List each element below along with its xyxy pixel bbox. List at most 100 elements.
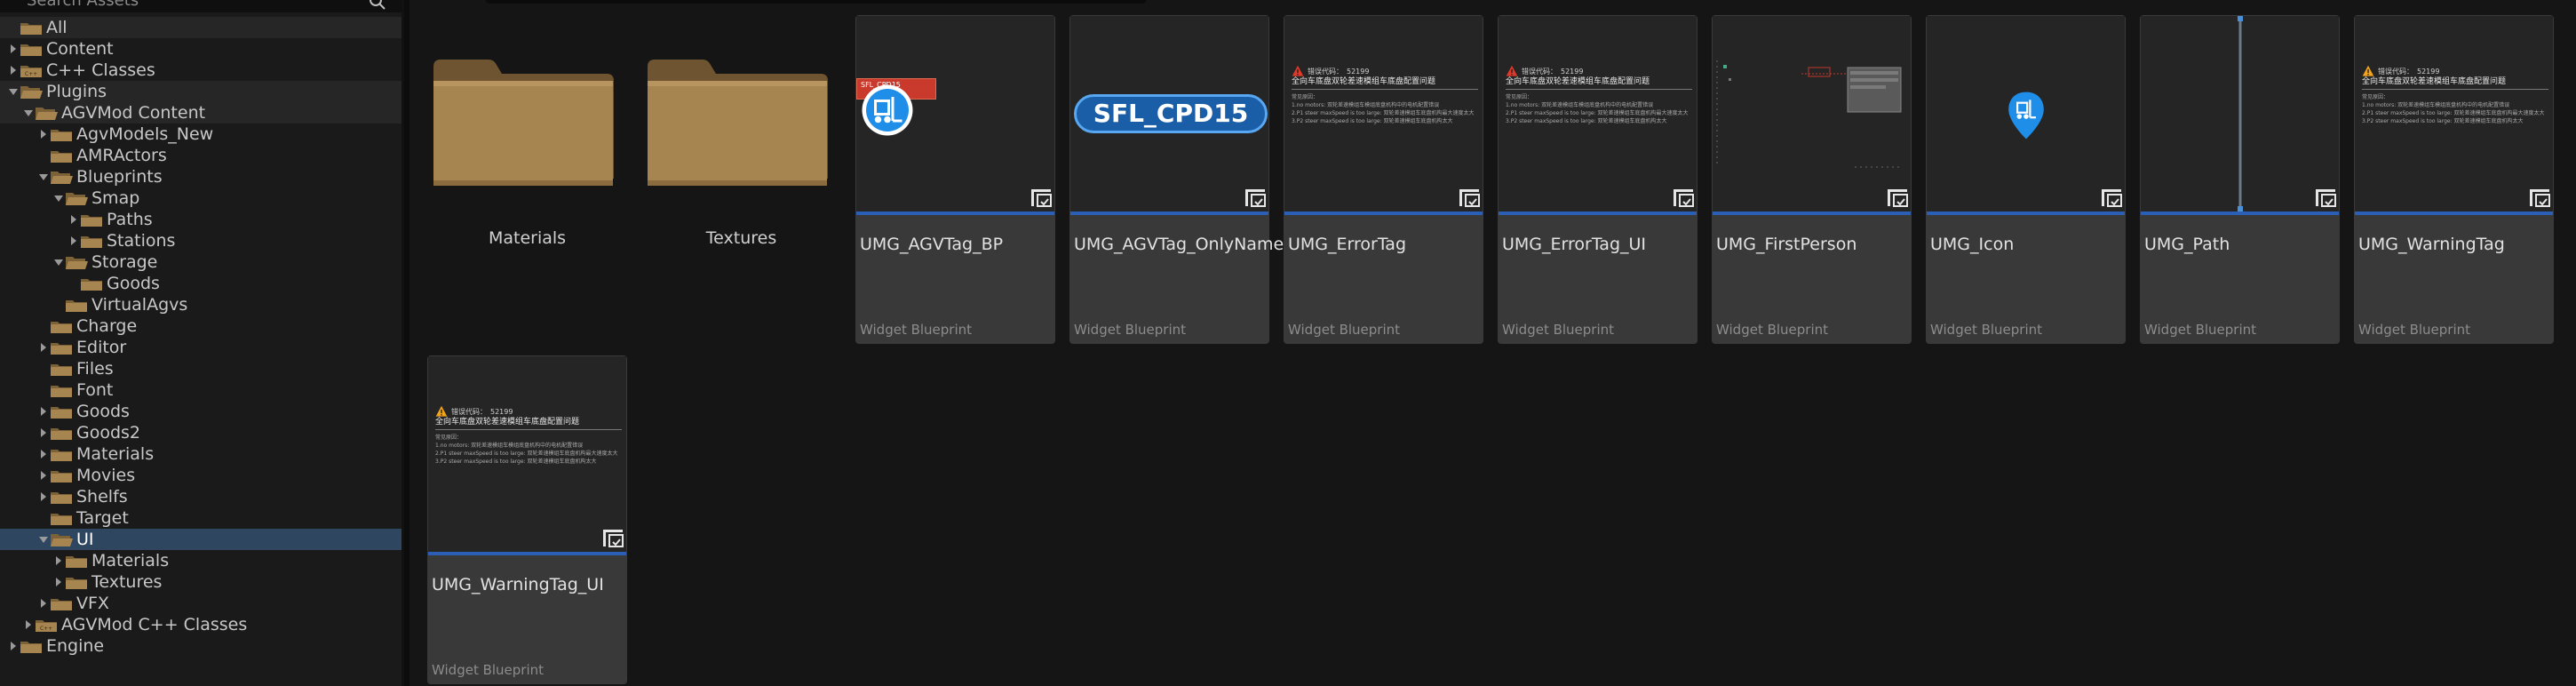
tree-item[interactable]: Files	[0, 358, 404, 379]
folder-icon	[51, 599, 72, 610]
tree-item[interactable]: AGVMod Content	[0, 102, 404, 124]
error-code-value: 52199	[490, 407, 513, 416]
tree-item[interactable]: Plugins	[0, 81, 404, 102]
tree-item[interactable]: All	[0, 17, 404, 38]
tree-item[interactable]: Smap	[0, 187, 404, 209]
expand-arrow-right-icon[interactable]	[37, 486, 50, 507]
folder-tile-label: Textures	[705, 228, 777, 248]
tree-item[interactable]: Editor	[0, 337, 404, 358]
tree-item[interactable]: Stations	[0, 230, 404, 251]
expand-arrow-down-icon[interactable]	[37, 529, 50, 550]
asset-tile[interactable]: SFL_CPD15 UMG_AGVTag_BP Widget Blueprint	[855, 15, 1055, 344]
asset-tile[interactable]: UMG_Path Widget Blueprint	[2140, 15, 2340, 344]
cpp-folder-icon: C++	[20, 66, 42, 77]
tree-item[interactable]: C++ AGVMod C++ Classes	[0, 614, 404, 635]
asset-tile[interactable]: 错误代码： 52199 全向车底盘双轮差速模组车底盘配置问题 常见原因： 1.no mo…	[427, 355, 627, 684]
tree-item[interactable]: Goods	[0, 273, 404, 294]
tree-item[interactable]: Shelfs	[0, 486, 404, 507]
folder-icon	[51, 130, 72, 141]
expand-arrow-down-icon[interactable]	[37, 166, 50, 187]
tree-item[interactable]: Movies	[0, 465, 404, 486]
asset-tile[interactable]: 错误代码： 52199 全向车底盘双轮差速模组车底盘配置问题 常见原因： 1.no mo…	[1498, 15, 1697, 344]
asset-info: UMG_WarningTag Widget Blueprint	[2355, 215, 2553, 343]
tree-item[interactable]: Charge	[0, 315, 404, 337]
tree-item[interactable]: VFX	[0, 593, 404, 614]
tree-item[interactable]: Textures	[0, 571, 404, 593]
tree-item[interactable]: AMRActors	[0, 145, 404, 166]
tree-item[interactable]: C++ C++ Classes	[0, 60, 404, 81]
tree-item[interactable]: Materials	[0, 550, 404, 571]
tree-item[interactable]: Paths	[0, 209, 404, 230]
tree-item[interactable]: UI	[0, 529, 404, 550]
asset-tile[interactable]: 错误代码： 52199 全向车底盘双轮差速模组车底盘配置问题 常见原因： 1.no mo…	[2354, 15, 2554, 344]
folder-icon	[51, 450, 72, 461]
expand-arrow-right-icon[interactable]	[37, 465, 50, 486]
asset-type-label: Widget Blueprint	[1074, 322, 1187, 338]
folder-icon	[51, 428, 72, 440]
tag-preview-header: 错误代码： 52199	[2362, 65, 2548, 77]
tree-item[interactable]: Target	[0, 507, 404, 529]
expand-arrow-right-icon[interactable]	[7, 38, 20, 60]
tree-item[interactable]: Storage	[0, 251, 404, 273]
expand-arrow-down-icon[interactable]	[7, 81, 20, 102]
asset-tile[interactable]: UMG_Icon Widget Blueprint	[1926, 15, 2126, 344]
tree-item[interactable]: Materials	[0, 443, 404, 465]
expand-arrow-right-icon[interactable]	[68, 209, 80, 230]
expand-arrow-right-icon[interactable]	[68, 230, 80, 251]
tree-item[interactable]: Engine	[0, 635, 404, 657]
asset-tile[interactable]: SFL_CPD15 UMG_AGVTag_OnlyName Widget Bluep…	[1069, 15, 1284, 344]
folder-icon	[51, 492, 72, 504]
tag-preview-title: 全向车底盘双轮差速模组车底盘配置问题	[1506, 77, 1692, 90]
folder-tile[interactable]: Textures	[641, 15, 841, 344]
tree-item[interactable]: Content	[0, 38, 404, 60]
expand-arrow-right-icon[interactable]	[7, 635, 20, 657]
tree-item[interactable]: Goods2	[0, 422, 404, 443]
expand-arrow-down-icon[interactable]	[52, 187, 65, 209]
expand-arrow-down-icon[interactable]	[52, 251, 65, 273]
tree-search-bar[interactable]: Search Assets	[0, 0, 404, 12]
expand-arrow-right-icon[interactable]	[52, 550, 65, 571]
expand-arrow-right-icon[interactable]	[37, 401, 50, 422]
tree-item[interactable]: Goods	[0, 401, 404, 422]
asset-tile[interactable]: 错误代码： 52199 全向车底盘双轮差速模组车底盘配置问题 常见原因： 1.no mo…	[1284, 15, 1483, 344]
expand-arrow-down-icon[interactable]	[22, 102, 35, 124]
search-icon[interactable]	[369, 0, 386, 11]
folder-open-icon	[51, 534, 73, 546]
expand-arrow-right-icon[interactable]	[37, 593, 50, 614]
expand-arrow-right-icon[interactable]	[52, 571, 65, 593]
path-bar[interactable]	[485, 0, 1147, 4]
tag-preview-body: 常见原因： 1.no motors: 双轮差速模组车模组底盘机构中的电机配置错误 2…	[435, 434, 622, 466]
folder-tile[interactable]: Materials	[427, 15, 627, 344]
tree-item-label: Paths	[107, 210, 153, 229]
tag-preview: 错误代码： 52199 全向车底盘双轮差速模组车底盘配置问题 常见原因： 1.no mo…	[1292, 65, 1478, 125]
tree-item-label: UI	[76, 530, 94, 549]
asset-info: UMG_FirstPerson Widget Blueprint	[1713, 215, 1911, 343]
asset-thumbnail: 错误代码： 52199 全向车底盘双轮差速模组车底盘配置问题 常见原因： 1.no mo…	[1284, 16, 1483, 211]
tree-item-label: Storage	[91, 252, 158, 272]
widget-blueprint-icon	[2102, 189, 2122, 207]
widget-blueprint-icon	[2530, 189, 2550, 207]
reason-line: 2.P1 steer maxSpeed is too large: 双轮差速模组…	[1292, 110, 1475, 116]
expand-arrow-right-icon[interactable]	[37, 124, 50, 145]
widget-blueprint-icon	[1674, 189, 1694, 207]
tree-item[interactable]: VirtualAgvs	[0, 294, 404, 315]
expand-arrow-right-icon[interactable]	[37, 337, 50, 358]
folder-icon	[20, 642, 42, 653]
tree-item[interactable]: Blueprints	[0, 166, 404, 187]
expand-arrow-right-icon[interactable]	[7, 60, 20, 81]
tree-item[interactable]: Font	[0, 379, 404, 401]
expand-arrow-right-icon[interactable]	[22, 614, 35, 635]
asset-info: UMG_WarningTag_UI Widget Blueprint	[428, 555, 626, 683]
expand-arrow-right-icon[interactable]	[37, 443, 50, 465]
folder-icon	[51, 364, 72, 376]
asset-tile[interactable]: UMG_FirstPerson Widget Blueprint	[1712, 15, 1912, 344]
error-code-label: 错误代码：	[451, 407, 487, 416]
folder-icon	[51, 322, 72, 333]
tag-preview-body: 常见原因： 1.no motors: 双轮差速模组车模组底盘机构中的电机配置错误 2…	[2362, 93, 2548, 125]
asset-info: UMG_AGVTag_OnlyName Widget Blueprint	[1070, 215, 1284, 343]
error-triangle-icon	[1292, 65, 1304, 76]
search-input[interactable]: Search Assets	[27, 0, 139, 10]
expand-arrow-right-icon[interactable]	[37, 422, 50, 443]
tag-preview-header: 错误代码： 52199	[435, 405, 622, 418]
tree-item[interactable]: AgvModels_New	[0, 124, 404, 145]
